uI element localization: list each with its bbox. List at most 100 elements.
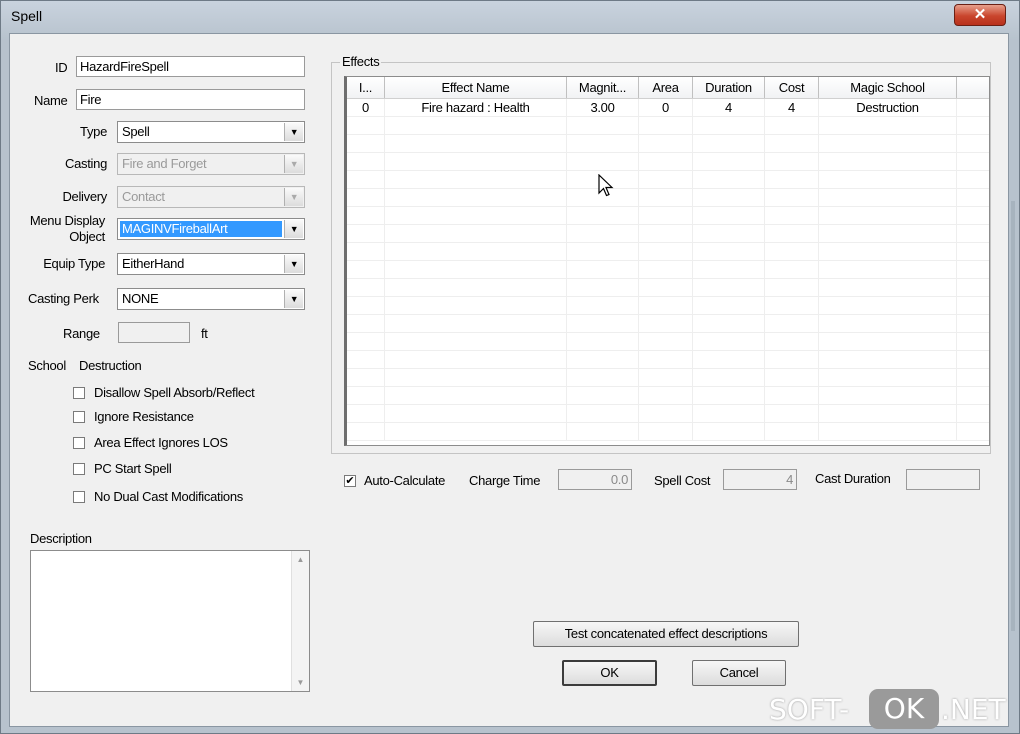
empty-table-row: [347, 135, 989, 153]
empty-cell: [385, 117, 567, 135]
empty-cell: [765, 423, 819, 441]
empty-cell: [765, 207, 819, 225]
empty-cell: [819, 315, 957, 333]
empty-cell: [639, 279, 693, 297]
empty-cell: [567, 117, 639, 135]
ok-button[interactable]: OK: [562, 660, 657, 686]
description-scrollbar[interactable]: ▲ ▼: [291, 551, 309, 691]
empty-cell: [567, 261, 639, 279]
cast-duration-label: Cast Duration: [815, 471, 891, 486]
col-header-magic-school[interactable]: Magic School: [819, 77, 957, 98]
col-header-effect-name[interactable]: Effect Name: [385, 77, 567, 98]
empty-cell: [567, 279, 639, 297]
empty-cell: [765, 279, 819, 297]
empty-cell: [693, 207, 765, 225]
empty-cell: [347, 279, 385, 297]
empty-cell: [385, 225, 567, 243]
empty-cell: [347, 207, 385, 225]
disallow-absorb-reflect-checkbox[interactable]: [73, 387, 85, 399]
col-header-area[interactable]: Area: [639, 77, 693, 98]
checkmark-icon: ✔: [345, 475, 355, 487]
empty-cell: [765, 153, 819, 171]
empty-cell: [639, 207, 693, 225]
effects-table[interactable]: I... Effect Name Magnit... Area Duration…: [344, 76, 990, 446]
empty-cell: [819, 261, 957, 279]
type-dropdown[interactable]: Spell ▼: [117, 121, 305, 143]
empty-cell: [693, 189, 765, 207]
empty-table-row: [347, 171, 989, 189]
casting-perk-dropdown[interactable]: NONE ▼: [117, 288, 305, 310]
ignore-resistance-checkbox[interactable]: [73, 411, 85, 423]
empty-cell: [765, 333, 819, 351]
empty-cell: [819, 351, 957, 369]
chevron-down-icon[interactable]: ▼: [284, 255, 303, 273]
test-descriptions-button[interactable]: Test concatenated effect descriptions: [533, 621, 799, 647]
empty-cell: [385, 135, 567, 153]
empty-cell: [639, 135, 693, 153]
empty-table-row: [347, 315, 989, 333]
empty-cell: [765, 225, 819, 243]
pc-start-spell-checkbox[interactable]: [73, 463, 85, 475]
empty-cell: [693, 351, 765, 369]
empty-table-row: [347, 297, 989, 315]
chevron-down-icon[interactable]: ▼: [284, 123, 303, 141]
empty-cell: [765, 387, 819, 405]
no-dual-cast-modifications-checkbox[interactable]: [73, 491, 85, 503]
menu-display-label-line1: Menu Display: [29, 213, 105, 228]
area-effect-ignores-los-checkbox[interactable]: [73, 437, 85, 449]
empty-cell: [347, 369, 385, 387]
col-header-magnitude[interactable]: Magnit...: [567, 77, 639, 98]
name-field[interactable]: Fire: [76, 89, 305, 110]
chevron-down-icon: ▼: [284, 188, 303, 206]
empty-cell: [385, 351, 567, 369]
empty-cell: [567, 207, 639, 225]
empty-cell: [765, 351, 819, 369]
empty-cell: [347, 189, 385, 207]
empty-cell: [765, 117, 819, 135]
empty-cell: [567, 225, 639, 243]
empty-cell: [567, 369, 639, 387]
empty-cell: [693, 261, 765, 279]
col-header-index[interactable]: I...: [347, 77, 385, 98]
watermark-part3: .NET: [941, 693, 1006, 726]
empty-cell: [765, 135, 819, 153]
empty-table-row: [347, 225, 989, 243]
equip-type-dropdown[interactable]: EitherHand ▼: [117, 253, 305, 275]
empty-table-row: [347, 351, 989, 369]
empty-cell: [819, 405, 957, 423]
empty-cell: [385, 243, 567, 261]
table-row[interactable]: 0 Fire hazard : Health 3.00 0 4 4 Destru…: [347, 99, 989, 117]
empty-table-row: [347, 369, 989, 387]
empty-cell: [567, 387, 639, 405]
empty-cell: [347, 117, 385, 135]
col-header-cost[interactable]: Cost: [765, 77, 819, 98]
empty-cell: [347, 387, 385, 405]
empty-cell: [567, 423, 639, 441]
auto-calculate-checkbox[interactable]: ✔: [344, 475, 356, 487]
col-header-duration[interactable]: Duration: [693, 77, 765, 98]
scroll-up-icon[interactable]: ▲: [292, 551, 309, 568]
empty-cell: [639, 351, 693, 369]
empty-cell: [385, 423, 567, 441]
description-textarea[interactable]: ▲ ▼: [30, 550, 310, 692]
empty-cell: [385, 387, 567, 405]
empty-cell: [693, 153, 765, 171]
cancel-button[interactable]: Cancel: [692, 660, 786, 686]
casting-value: Fire and Forget: [122, 156, 207, 171]
cell-magic-school: Destruction: [819, 99, 957, 117]
ignore-resistance-label: Ignore Resistance: [94, 409, 194, 424]
empty-cell: [567, 351, 639, 369]
chevron-down-icon[interactable]: ▼: [284, 220, 303, 238]
menu-display-object-dropdown[interactable]: MAGINVFireballArt ▼: [117, 218, 305, 240]
title-bar[interactable]: Spell ✕: [1, 1, 1019, 33]
empty-table-row: [347, 387, 989, 405]
empty-cell: [693, 117, 765, 135]
pc-start-spell-label: PC Start Spell: [94, 461, 172, 476]
chevron-down-icon[interactable]: ▼: [284, 290, 303, 308]
scroll-down-icon[interactable]: ▼: [292, 674, 309, 691]
empty-cell: [819, 207, 957, 225]
close-button[interactable]: ✕: [954, 4, 1006, 26]
empty-cell: [567, 297, 639, 315]
empty-table-row: [347, 243, 989, 261]
id-field[interactable]: HazardFireSpell: [76, 56, 305, 77]
